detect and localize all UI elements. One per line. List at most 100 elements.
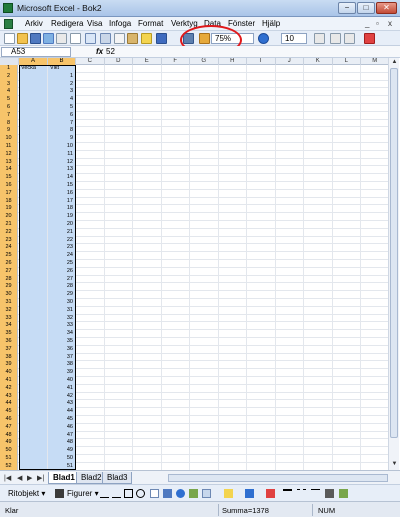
cell-j46[interactable] [276, 416, 304, 424]
cell-f43[interactable] [162, 392, 190, 401]
cell-a33[interactable] [19, 314, 48, 323]
cell-e8[interactable] [133, 119, 162, 128]
cell-j37[interactable] [276, 345, 304, 354]
cell-e7[interactable] [133, 111, 162, 120]
cell-f3[interactable] [162, 80, 190, 89]
cell-f2[interactable] [162, 72, 190, 81]
cell-d30[interactable] [105, 291, 133, 299]
picture-icon[interactable] [202, 489, 211, 498]
cell-b3[interactable]: 2 [48, 80, 76, 89]
cell-m13[interactable] [361, 159, 388, 167]
cell-c28[interactable] [76, 275, 105, 284]
cell-b32[interactable]: 31 [48, 306, 76, 315]
row-header[interactable]: 51 [0, 455, 18, 463]
cell-k39[interactable] [304, 361, 333, 370]
cell-i32[interactable] [247, 306, 276, 315]
cell-k32[interactable] [304, 306, 333, 315]
row-header[interactable]: 4 [0, 88, 18, 97]
cell-i42[interactable] [247, 384, 276, 393]
cell-b5[interactable]: 4 [48, 96, 76, 104]
cell-d45[interactable] [105, 408, 133, 416]
cell-i17[interactable] [247, 189, 276, 198]
excel-app-icon[interactable] [3, 3, 13, 13]
cell-d27[interactable] [105, 267, 133, 276]
cell-a4[interactable] [19, 88, 48, 97]
cell-h37[interactable] [219, 345, 247, 354]
cell-f20[interactable] [162, 213, 190, 221]
cell-l51[interactable] [333, 455, 361, 463]
cell-g22[interactable] [190, 228, 219, 237]
name-box[interactable]: A53 [1, 47, 71, 57]
cell-c1[interactable] [76, 65, 105, 73]
copy-icon[interactable] [114, 33, 125, 44]
cell-i24[interactable] [247, 244, 276, 253]
cell-g45[interactable] [190, 408, 219, 416]
cell-i35[interactable] [247, 330, 276, 338]
cell-i23[interactable] [247, 236, 276, 245]
cell-g40[interactable] [190, 369, 219, 377]
cell-h18[interactable] [219, 197, 247, 206]
cell-e24[interactable] [133, 244, 162, 253]
cell-l33[interactable] [333, 314, 361, 323]
cell-d22[interactable] [105, 228, 133, 237]
horizontal-scrollbar[interactable] [168, 474, 388, 482]
text-box-icon[interactable] [150, 489, 159, 498]
cell-c41[interactable] [76, 377, 105, 385]
cell-e16[interactable] [133, 182, 162, 190]
cell-j18[interactable] [276, 197, 304, 206]
cell-d48[interactable] [105, 431, 133, 440]
cell-i34[interactable] [247, 322, 276, 331]
cell-d8[interactable] [105, 119, 133, 128]
cell-i21[interactable] [247, 221, 276, 229]
cell-i43[interactable] [247, 392, 276, 401]
cell-i49[interactable] [247, 439, 276, 448]
cell-l2[interactable] [333, 72, 361, 81]
cell-b39[interactable]: 38 [48, 361, 76, 370]
cell-j44[interactable] [276, 400, 304, 409]
cell-k38[interactable] [304, 353, 333, 362]
prev-sheet-icon[interactable]: ◀ [17, 474, 22, 482]
cell-h33[interactable] [219, 314, 247, 323]
cell-e4[interactable] [133, 88, 162, 97]
cell-d35[interactable] [105, 330, 133, 338]
cell-b12[interactable]: 11 [48, 150, 76, 159]
cell-b41[interactable]: 40 [48, 377, 76, 385]
cell-e52[interactable] [133, 462, 162, 470]
cell-i46[interactable] [247, 416, 276, 424]
row-header[interactable]: 38 [0, 353, 18, 362]
cell-f22[interactable] [162, 228, 190, 237]
cell-a16[interactable] [19, 182, 48, 190]
cell-e21[interactable] [133, 221, 162, 229]
cell-b38[interactable]: 37 [48, 353, 76, 362]
cell-l4[interactable] [333, 88, 361, 97]
cell-a37[interactable] [19, 345, 48, 354]
cell-l34[interactable] [333, 322, 361, 331]
cell-k9[interactable] [304, 127, 333, 136]
row-header[interactable]: 46 [0, 416, 18, 424]
cell-f32[interactable] [162, 306, 190, 315]
cell-l31[interactable] [333, 299, 361, 307]
cell-f6[interactable] [162, 104, 190, 112]
cell-a30[interactable] [19, 291, 48, 299]
cell-m49[interactable] [361, 439, 388, 447]
cell-a9[interactable] [19, 127, 48, 136]
cell-h31[interactable] [219, 299, 247, 307]
cell-g30[interactable] [190, 291, 219, 299]
wordart-icon[interactable] [163, 489, 172, 498]
cell-j13[interactable] [276, 158, 304, 167]
cell-i48[interactable] [247, 431, 276, 440]
cell-i50[interactable] [247, 447, 276, 455]
line-color-icon[interactable] [245, 489, 254, 498]
cell-d9[interactable] [105, 127, 133, 136]
cell-f28[interactable] [162, 275, 190, 284]
cell-d23[interactable] [105, 236, 133, 245]
cell-a29[interactable] [19, 283, 48, 292]
cell-d1[interactable] [105, 65, 133, 73]
cell-b33[interactable]: 32 [48, 314, 76, 323]
cell-g48[interactable] [190, 431, 219, 440]
cell-b25[interactable]: 24 [48, 252, 76, 260]
cell-d37[interactable] [105, 345, 133, 354]
cell-a14[interactable] [19, 166, 48, 175]
cell-k22[interactable] [304, 228, 333, 237]
cell-i52[interactable] [247, 462, 276, 470]
